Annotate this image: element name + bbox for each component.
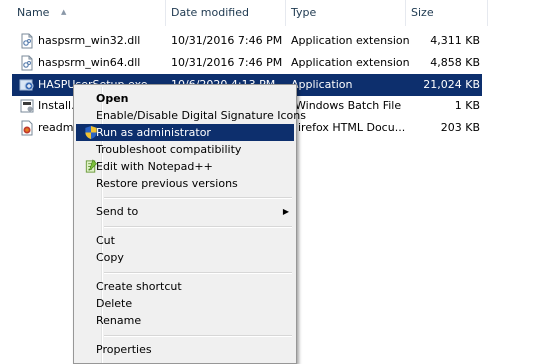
column-header-size[interactable]: Size (406, 0, 488, 26)
menu-item-edit-with-notepad-plus-plus[interactable]: Edit with Notepad++ (76, 158, 294, 175)
uac-shield-icon (85, 125, 97, 140)
menu-item-properties[interactable]: Properties (76, 341, 294, 358)
menu-item-send-to[interactable]: Send to ▶ (76, 203, 294, 220)
column-header-name-label: Name (17, 6, 50, 19)
context-menu: Open Enable/Disable Digital Signature Ic… (73, 84, 306, 364)
column-header-name[interactable]: Name ▲ (12, 0, 166, 26)
menu-separator (104, 226, 292, 228)
menu-item-label: Delete (96, 297, 133, 310)
file-size: 1 KB (454, 99, 480, 112)
menu-item-label: Rename (96, 314, 142, 327)
html-file-icon (21, 120, 33, 136)
menu-item-run-as-administrator[interactable]: Run as administrator (76, 124, 294, 141)
column-header-size-label: Size (411, 6, 434, 19)
file-row-haspsrm-win32[interactable]: haspsrm_win32.dll 10/31/2016 7:46 PM App… (12, 30, 482, 52)
column-header-date-modified[interactable]: Date modified (166, 0, 286, 26)
menu-item-troubleshoot-compatibility[interactable]: Troubleshoot compatibility (76, 141, 294, 158)
column-header-date-label: Date modified (171, 6, 249, 19)
notepad-plus-plus-icon (85, 159, 98, 173)
menu-item-label: Enable/Disable Digital Signature Icons (96, 109, 306, 122)
menu-item-open[interactable]: Open (76, 90, 294, 107)
menu-item-label: Send to (96, 205, 139, 218)
menu-item-label: Cut (96, 234, 115, 247)
column-divider[interactable] (487, 0, 488, 26)
dll-file-icon (21, 55, 33, 71)
chevron-right-icon: ▶ (282, 207, 289, 216)
file-type: Application extension (291, 34, 409, 47)
menu-item-copy[interactable]: Copy (76, 249, 294, 266)
file-row-haspsrm-win64[interactable]: haspsrm_win64.dll 10/31/2016 7:46 PM App… (12, 52, 482, 74)
file-date-modified: 10/31/2016 7:46 PM (171, 34, 283, 47)
menu-item-label: Troubleshoot compatibility (96, 143, 242, 156)
column-header-type[interactable]: Type (286, 0, 406, 26)
menu-separator (104, 197, 292, 199)
setup-exe-icon (19, 79, 34, 91)
menu-item-cut[interactable]: Cut (76, 232, 294, 249)
menu-item-label: Open (96, 92, 129, 105)
menu-separator (104, 335, 292, 337)
menu-item-label: Edit with Notepad++ (96, 160, 213, 173)
dll-file-icon (21, 33, 33, 49)
menu-separator (104, 272, 292, 274)
menu-item-delete[interactable]: Delete (76, 295, 294, 312)
column-header-type-label: Type (291, 6, 317, 19)
file-type: irefox HTML Docu... (298, 121, 406, 134)
file-name: haspsrm_win32.dll (38, 34, 141, 47)
menu-item-label: Copy (96, 251, 124, 264)
menu-item-create-shortcut[interactable]: Create shortcut (76, 278, 294, 295)
menu-item-digital-signature-icons[interactable]: Enable/Disable Digital Signature Icons (76, 107, 306, 124)
menu-item-label: Run as administrator (96, 126, 211, 139)
sort-ascending-icon: ▲ (60, 8, 67, 16)
file-date-modified: 10/31/2016 7:46 PM (171, 56, 283, 69)
batch-file-icon (20, 99, 34, 113)
menu-item-restore-previous-versions[interactable]: Restore previous versions (76, 175, 294, 192)
file-type: Application (291, 78, 353, 91)
file-size: 4,311 KB (430, 34, 480, 47)
menu-item-label: Properties (96, 343, 152, 356)
file-type: Application extension (291, 56, 409, 69)
file-size: 21,024 KB (423, 78, 480, 91)
file-size: 203 KB (440, 121, 480, 134)
file-name: haspsrm_win64.dll (38, 56, 141, 69)
menu-item-label: Create shortcut (96, 280, 182, 293)
menu-item-label: Restore previous versions (96, 177, 238, 190)
file-type: Windows Batch File (295, 99, 402, 112)
column-header: Name ▲ Date modified Type Size (0, 0, 545, 26)
file-size: 4,858 KB (430, 56, 480, 69)
menu-item-rename[interactable]: Rename (76, 312, 294, 329)
